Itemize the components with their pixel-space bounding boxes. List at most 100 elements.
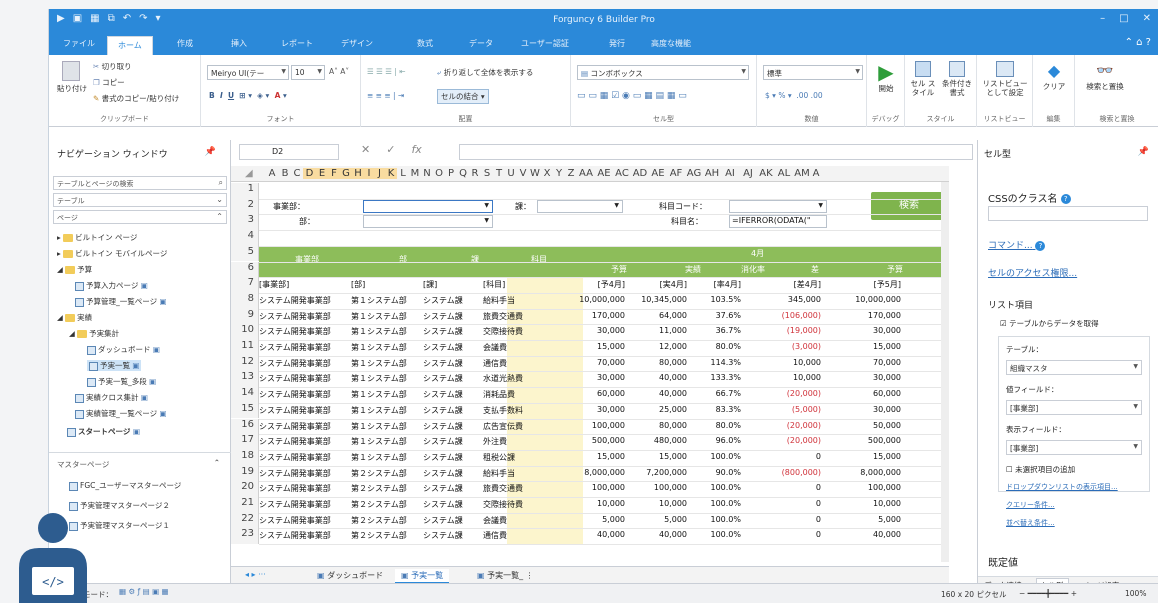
row-header[interactable]: 7 [231,277,259,293]
master-item-user[interactable]: FGC_ユーザーマスターページ [69,480,181,491]
tree-item-yojitsu[interactable]: ◢ 予実集計 [69,328,119,339]
column-header-cell[interactable]: I [364,168,374,179]
bold-button[interactable]: B I U ⊞ ▾ ◈ ▾ A ▾ [209,91,287,100]
align-buttons[interactable]: ≡ ≡ ≡ | ⇥ [367,91,404,100]
display-field-select[interactable]: [事業部] ▼ [1006,440,1142,455]
status-icons[interactable]: ▦ ⚙ ƒ ▤ ▣ ▦ [119,587,169,596]
css-class-input[interactable] [988,206,1148,221]
row-header[interactable]: 20 [231,481,259,497]
nav-page-dropdown[interactable]: ページ ⌃ [53,210,227,224]
from-table-checkbox[interactable]: ☑ テーブルからデータを取得 [1000,318,1099,329]
tree-item-yosan-input[interactable]: 予算入力ページ ▣ [75,280,148,291]
tab-user-auth[interactable]: ユーザー認証 [521,38,569,49]
column-header-cell[interactable]: AC [613,168,631,179]
column-header-cell[interactable]: AF [667,168,685,179]
column-header-cell[interactable]: R [469,168,481,179]
start-debug-button[interactable]: ▶ 開始 [873,61,899,94]
row-header[interactable]: 19 [231,465,259,482]
pin-icon[interactable]: 📌 [205,147,216,157]
column-header-cell[interactable]: H [352,168,364,179]
cell-style-button[interactable]: セル スタイル [909,61,937,97]
column-header-cell[interactable]: E [316,168,328,179]
tab-insert[interactable]: 挿入 [231,38,247,49]
value-field-select[interactable]: [事業部] ▼ [1006,400,1142,415]
column-header-cell[interactable]: AI [721,168,739,179]
copy-button[interactable]: ❐ コピー [93,77,125,88]
kamoku-code-select[interactable]: ▼ [729,199,827,213]
column-header-cell[interactable]: AM [793,168,811,179]
row-header[interactable]: 4 [231,230,259,246]
tree-item-dashboard[interactable]: ダッシュボード ▣ [87,344,160,355]
column-header-cell[interactable]: W [529,168,541,179]
row-header[interactable]: 17 [231,434,259,450]
dropdown-items-link[interactable]: ドロップダウンリストの表示項目... [1006,482,1118,492]
sheet-tab-yojitsu[interactable]: ▣ 予実一覧 [395,569,450,584]
column-header-cell[interactable]: AL [775,168,793,179]
format-painter-button[interactable]: ✎ 書式のコピー/貼り付け [93,93,179,104]
spreadsheet[interactable]: A B C D E F G H I J K L M N O P Q R S T U V W X Y Z AA AE AC AD AE AF AG… [231,162,949,566]
column-header-cell[interactable]: D [303,168,316,179]
row-header[interactable]: 11 [231,340,259,356]
tree-item-builtin-mobile[interactable]: ▸ ビルトイン モバイルページ [57,248,167,259]
tree-item-jisseki[interactable]: ◢ 実績 [57,312,92,323]
column-header-cell[interactable]: J [374,168,385,179]
row-header[interactable]: 2 [231,198,259,215]
align-top-buttons[interactable]: ☰ ☰ ☰ | ⇤ [367,67,406,76]
conditional-format-button[interactable]: 条件付き 書式 [941,61,973,97]
ka-select[interactable]: ▼ [537,199,623,213]
number-format-buttons[interactable]: $ ▾ % ▾ .00 .00 [765,91,823,100]
row-header[interactable]: 18 [231,449,259,466]
row-header[interactable]: 9 [231,308,259,325]
table-select[interactable]: 組織マスタ ▼ [1006,360,1142,375]
home-help-icons[interactable]: ⌃ ⌂ ? [1125,37,1151,48]
help-icon[interactable]: ? [1035,240,1046,251]
dept-select[interactable]: ▼ [363,199,493,213]
column-header-cell[interactable]: U [505,168,517,179]
column-header-cell[interactable]: A [265,168,279,179]
cut-button[interactable]: ✂ 切り取り [93,61,132,72]
column-header-cell[interactable]: N [421,168,433,179]
bu-select[interactable]: ▼ [363,215,493,229]
tree-item-builtin[interactable]: ▸ ビルトイン ページ [57,232,137,243]
row-header[interactable]: 22 [231,512,259,529]
row-header[interactable]: 13 [231,371,259,388]
zoom-slider[interactable]: − ━━━━╋━━━━ + [1019,589,1077,598]
row-header[interactable]: 15 [231,402,259,419]
row-header[interactable]: 10 [231,324,259,340]
cancel-icon[interactable]: ✕ [361,143,370,156]
column-header-cell[interactable]: O [433,168,445,179]
close-icon[interactable]: ✕ [1143,13,1151,24]
column-header-cell[interactable]: AE [595,168,613,179]
tab-publish[interactable]: 発行 [609,38,625,49]
row-header[interactable]: 23 [231,528,259,545]
column-header-cell[interactable]: AA [577,168,595,179]
tab-nav-arrows[interactable]: ◂ ▸ ··· [239,569,272,580]
font-family-select[interactable]: Meiryo UI(テー ▼ [207,65,289,80]
column-header-cell[interactable]: Y [553,168,565,179]
tree-item-start[interactable]: スタートページ ▣ [67,426,140,437]
tree-item-yosan-list[interactable]: 予算管理_一覧ページ ▣ [75,296,167,307]
fx-icon[interactable]: fx [411,143,421,156]
nav-table-dropdown[interactable]: テーブル ⌄ [53,193,227,207]
tab-design[interactable]: デザイン [341,38,373,49]
column-header-cell[interactable]: AJ [739,168,757,179]
font-grow-button[interactable]: A˄ A˅ [329,67,349,76]
column-header-cell[interactable]: T [493,168,505,179]
column-header-cell[interactable]: B [279,168,291,179]
select-all-corner[interactable]: ◢ [245,168,253,179]
query-link[interactable]: クエリー条件... [1006,500,1055,510]
sort-link[interactable]: 並べ替え条件... [1006,518,1055,528]
column-header-cell[interactable]: Z [565,168,577,179]
column-header-cell[interactable]: V [517,168,529,179]
row-header[interactable]: 14 [231,387,259,403]
column-header-cell[interactable]: X [541,168,553,179]
find-replace-button[interactable]: 👓 検索と置換 [1083,61,1127,92]
row-header[interactable]: 8 [231,292,259,309]
sheet-tab-yojitsu-multi[interactable]: ▣ 予実一覧_ ⋮ [471,569,540,582]
column-header-cell[interactable]: K [385,168,397,179]
paste-button[interactable]: 貼り付け [57,61,87,94]
check-icon[interactable]: ✓ [386,143,395,156]
column-header-cell[interactable]: Q [457,168,469,179]
tab-file[interactable]: ファイル [63,38,95,49]
tab-home[interactable]: ホーム [107,36,153,55]
